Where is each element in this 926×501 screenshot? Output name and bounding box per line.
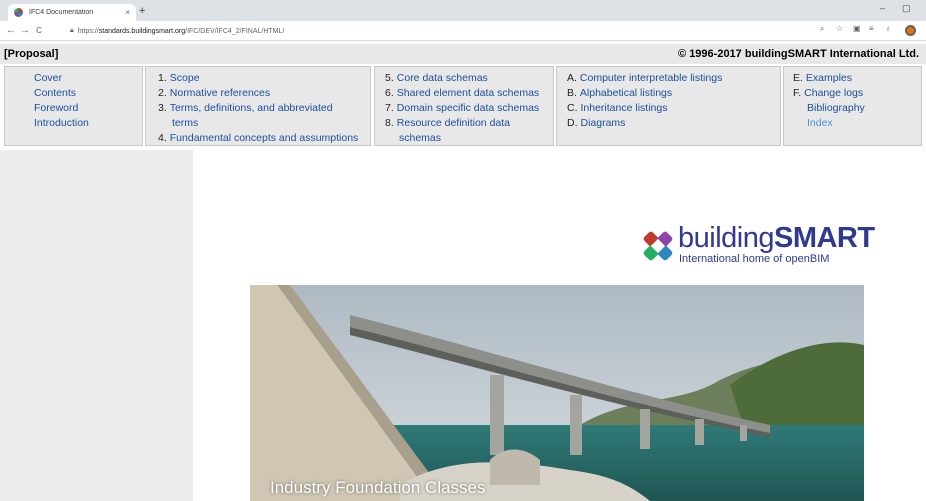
nav-link-scope[interactable]: Scope <box>170 71 200 86</box>
new-tab-button[interactable]: + <box>139 4 145 18</box>
nav-front-matter: Cover Contents Foreword Introduction <box>4 66 143 146</box>
nav-link-contents[interactable]: Contents <box>34 86 76 101</box>
nav-clauses-5-8: 5. Core data schemas 6. Shared element dat… <box>374 66 554 146</box>
nav-link-cover[interactable]: Cover <box>34 71 62 86</box>
proposal-status: [Proposal] <box>4 48 59 60</box>
tab-title: IFC4 Documentation <box>29 9 94 16</box>
nav-link-inheritance-listings[interactable]: Inheritance listings <box>581 101 668 116</box>
nav-link-examples[interactable]: Examples <box>806 71 852 86</box>
nav-annexes-a-d: A. Computer interpretable listings B. Alph… <box>556 66 781 146</box>
nav-link-diagrams[interactable]: Diagrams <box>581 116 626 131</box>
url-host: standards.buildingsmart.org <box>98 27 186 35</box>
nav-link-core-data-schemas[interactable]: Core data schemas <box>397 71 488 86</box>
reload-button[interactable]: C <box>33 26 45 35</box>
nav-clauses-1-4: 1. Scope 2. Normative references 3. Terms, … <box>145 66 371 146</box>
bookmark-star-icon[interactable]: ☆ <box>836 24 843 33</box>
lock-icon: 🔒︎ <box>70 27 74 34</box>
nav-link-shared-element-schemas[interactable]: Shared element data schemas <box>397 86 539 101</box>
url-path: /IFC/DEV/IFC4_2/FINAL/HTML/ <box>185 27 285 35</box>
logo-wordmark: buildingSMART <box>678 222 875 254</box>
forward-button[interactable]: → <box>19 25 31 36</box>
zoom-icon[interactable]: ⌕ <box>820 24 824 34</box>
nav-link-index[interactable]: Index <box>807 116 833 131</box>
nav-link-introduction[interactable]: Introduction <box>34 116 89 131</box>
nav-link-change-logs[interactable]: Change logs <box>804 86 863 101</box>
url-prefix: https:// <box>77 27 99 35</box>
logo-tagline: International home of openBIM <box>679 253 830 265</box>
reading-list-icon[interactable]: ≡ <box>869 24 874 33</box>
nav-link-bibliography[interactable]: Bibliography <box>807 101 865 116</box>
browser-tabstrip: IFC4 Documentation × + – ▢ <box>0 0 926 21</box>
hero-caption: Industry Foundation Classes <box>270 478 486 497</box>
maximize-window-button[interactable]: ▢ <box>902 3 911 14</box>
extension-shield-icon[interactable]: ♁ <box>885 24 891 33</box>
minimize-window-button[interactable]: – <box>880 3 885 13</box>
nav-link-foreword[interactable]: Foreword <box>34 101 78 116</box>
nav-link-resource-definition-schemas-cont[interactable]: schemas <box>399 131 441 146</box>
nav-link-terms-definitions[interactable]: Terms, definitions, and abbreviated <box>170 101 333 116</box>
address-bar-row: ← → C 🔒︎ https:// standards.buildingsmar… <box>0 21 926 41</box>
url-field[interactable]: 🔒︎ https:// standards.buildingsmart.org … <box>70 24 284 38</box>
left-side-panel <box>0 150 193 501</box>
nav-link-resource-definition-schemas[interactable]: Resource definition data <box>397 116 510 131</box>
profile-avatar[interactable] <box>905 25 916 36</box>
nav-link-fundamental-concepts[interactable]: Fundamental concepts and assumptions <box>170 131 359 146</box>
back-button[interactable]: ← <box>5 25 17 36</box>
nav-link-normative-references[interactable]: Normative references <box>170 86 270 101</box>
extension-icon[interactable]: ▣ <box>853 24 861 33</box>
nav-annexes-e-f: E. Examples F. Change logs Bibliography In… <box>783 66 922 146</box>
nav-link-computer-interpretable-listings[interactable]: Computer interpretable listings <box>580 71 722 86</box>
nav-link-terms-definitions-cont[interactable]: terms <box>172 116 198 131</box>
buildingsmart-favicon-icon <box>14 8 23 17</box>
nav-link-alphabetical-listings[interactable]: Alphabetical listings <box>580 86 672 101</box>
copyright-notice: © 1996-2017 buildingSMART International … <box>678 48 919 60</box>
nav-link-domain-specific-schemas[interactable]: Domain specific data schemas <box>397 101 539 116</box>
browser-tab[interactable]: IFC4 Documentation × <box>8 4 136 21</box>
bridge-hero-image <box>250 285 864 501</box>
close-tab-icon[interactable]: × <box>125 8 130 17</box>
document-header: [Proposal] © 1996-2017 buildingSMART Int… <box>0 44 926 64</box>
